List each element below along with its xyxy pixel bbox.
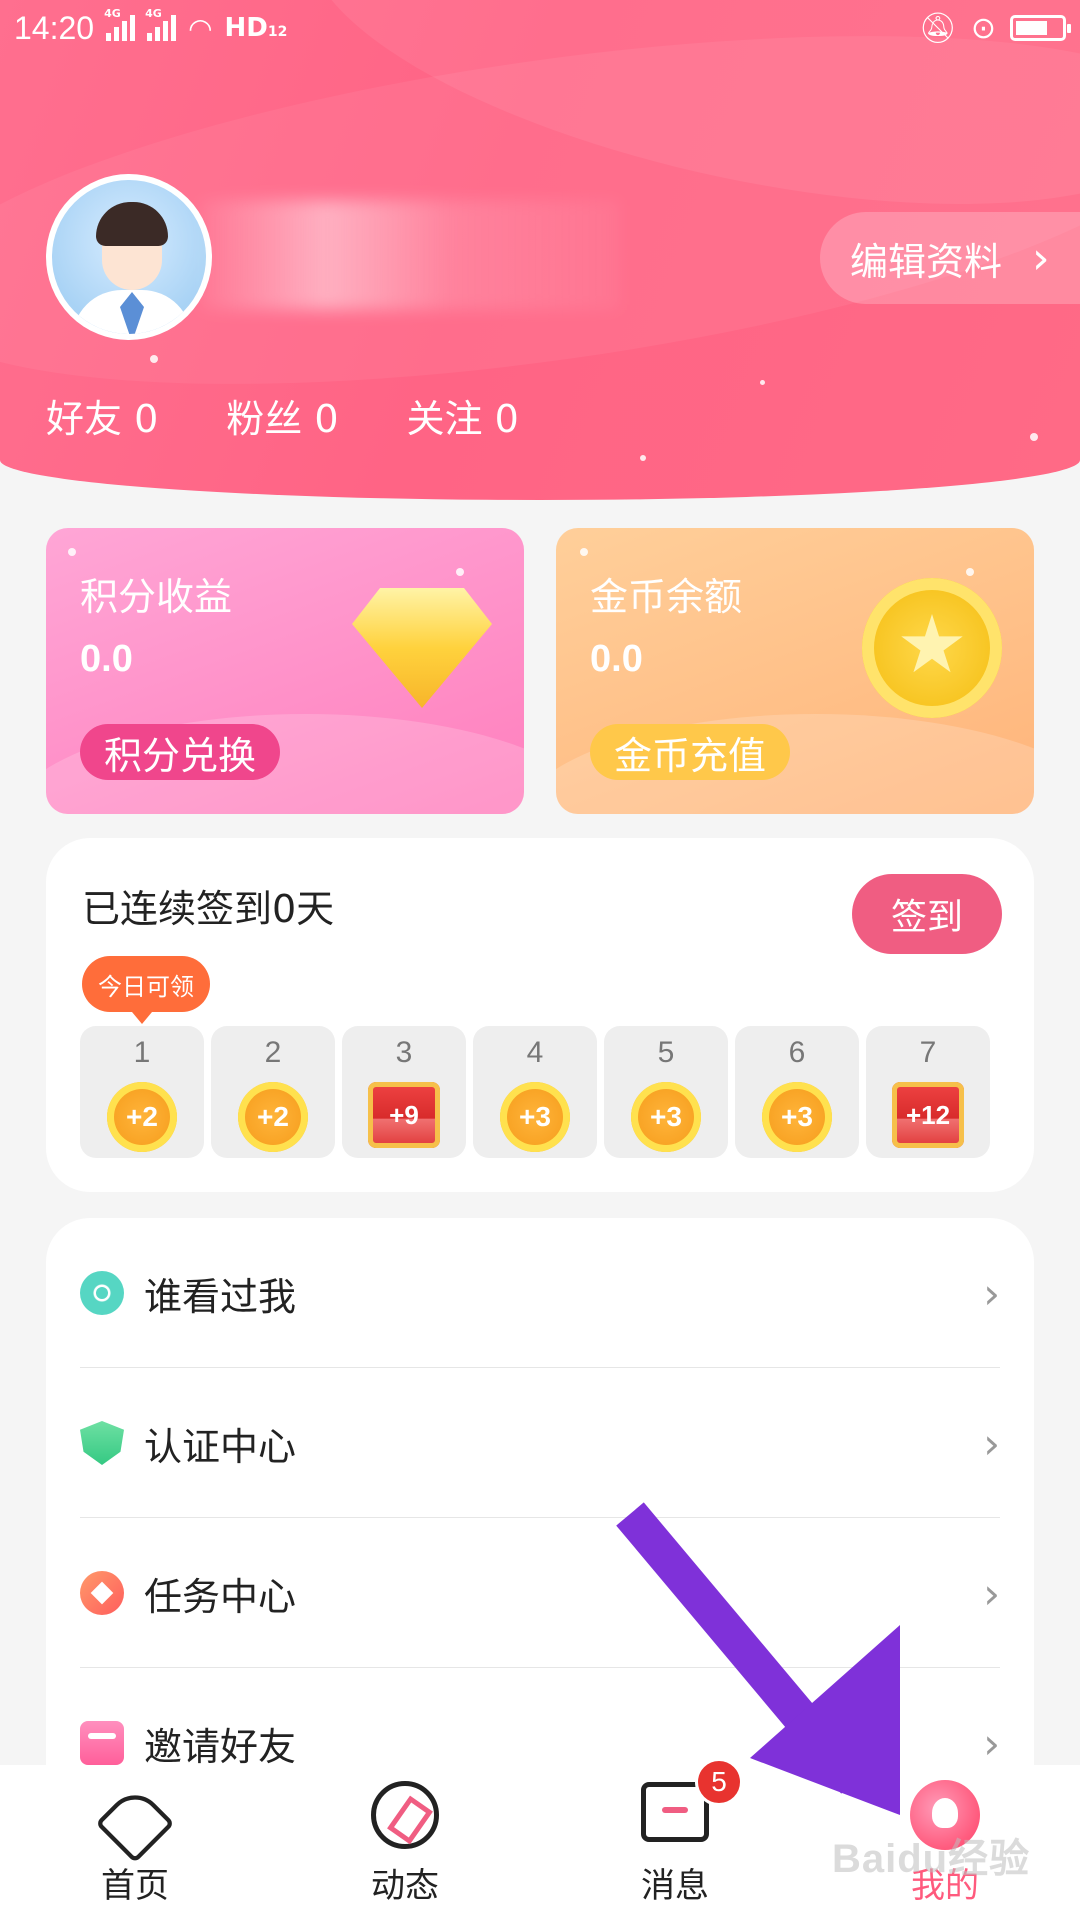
treasure-chest-icon: +12 <box>892 1082 964 1148</box>
nav-messages[interactable]: 5 消息 <box>575 1758 775 1907</box>
edit-profile-label: 编辑资料 <box>850 239 1003 284</box>
menu-item-verification-center[interactable]: 认证中心 › <box>80 1368 1000 1518</box>
signin-button[interactable]: 签到 <box>852 874 1002 954</box>
gold-coin-icon <box>862 578 1002 718</box>
envelope-icon <box>80 1721 124 1765</box>
sparkle <box>150 355 158 363</box>
signal-icon: 4G <box>145 7 177 41</box>
menu-item-label: 谁看过我 <box>144 1274 297 1319</box>
wifi-icon: ◠ <box>188 11 213 45</box>
points-card-title: 积分收益 <box>80 575 233 619</box>
gold-card[interactable]: 金币余额 0.0 金币充值 <box>556 528 1034 814</box>
chevron-right-icon: › <box>983 1418 1000 1468</box>
diamond-icon <box>352 588 492 708</box>
eye-icon <box>80 1271 124 1315</box>
signin-day-5: 5 +3 <box>604 1026 728 1158</box>
battery-icon <box>1010 15 1071 41</box>
signin-panel: 已连续签到0天 签到 今日可领 1 +2 2 +2 3 +9 4 +3 5 +3 6 +3 7 +12 <box>46 838 1034 1192</box>
menu-item-label: 认证中心 <box>144 1424 297 1469</box>
treasure-chest-icon: +9 <box>368 1082 440 1148</box>
status-time: 14:20 <box>14 9 95 46</box>
day-number: 3 <box>395 1036 413 1069</box>
signin-days: 1 +2 2 +2 3 +9 4 +3 5 +3 6 +3 7 +12 <box>80 1026 990 1158</box>
nav-label: 消息 <box>641 1866 709 1906</box>
day-number: 5 <box>657 1036 675 1069</box>
shield-icon <box>80 1421 124 1465</box>
menu-item-label: 任务中心 <box>144 1574 297 1619</box>
sparkle <box>760 380 765 385</box>
day-number: 1 <box>133 1036 151 1069</box>
profile-header: 14:20 4G 4G ◠ HD12 🔕︎ ⊙ 编辑资料 › 好友 0 粉丝 0… <box>0 0 1080 500</box>
menu-item-task-center[interactable]: 任务中心 › <box>80 1518 1000 1668</box>
sparkle <box>1030 433 1038 441</box>
nav-label: 动态 <box>371 1866 439 1906</box>
points-value: 0.0 <box>80 638 133 680</box>
fans-count[interactable]: 粉丝 0 <box>226 388 338 443</box>
coin-icon: +2 <box>238 1082 308 1152</box>
chevron-right-icon: › <box>1032 232 1050 284</box>
signin-day-1: 1 +2 <box>80 1026 204 1158</box>
day-number: 6 <box>788 1036 806 1069</box>
status-bar: 14:20 4G 4G ◠ HD12 🔕︎ ⊙ <box>0 0 1080 56</box>
gold-recharge-button[interactable]: 金币充值 <box>590 724 791 780</box>
day-number: 4 <box>526 1036 544 1069</box>
chevron-right-icon: › <box>983 1268 1000 1318</box>
points-exchange-button[interactable]: 积分兑换 <box>80 724 281 780</box>
friends-count[interactable]: 好友 0 <box>46 388 158 443</box>
signin-day-3: 3 +9 <box>342 1026 466 1158</box>
points-card[interactable]: 积分收益 0.0 积分兑换 <box>46 528 524 814</box>
signin-day-4: 4 +3 <box>473 1026 597 1158</box>
watermark: Baidu经验 <box>832 1837 1031 1881</box>
unread-badge: 5 <box>695 1758 743 1806</box>
signin-day-6: 6 +3 <box>735 1026 859 1158</box>
signin-day-7: 7 +12 <box>866 1026 990 1158</box>
heart-icon <box>95 1778 175 1864</box>
gold-value: 0.0 <box>590 638 643 680</box>
menu-item-who-viewed-me[interactable]: 谁看过我 › <box>80 1218 1000 1368</box>
coin-icon: +3 <box>500 1082 570 1152</box>
task-icon <box>80 1571 124 1615</box>
bell-off-icon: 🔕︎ <box>918 10 957 46</box>
hd-icon: HD12 <box>224 13 288 43</box>
nav-home[interactable]: 首页 <box>35 1778 235 1907</box>
profile-stats: 好友 0 粉丝 0 关注 0 <box>46 388 519 443</box>
chevron-right-icon: › <box>983 1718 1000 1768</box>
lock-rotation-icon: ⊙ <box>970 10 996 46</box>
avatar[interactable] <box>46 174 212 340</box>
gold-card-title: 金币余额 <box>590 575 743 619</box>
signin-day-2: 2 +2 <box>211 1026 335 1158</box>
signal-icon: 4G <box>104 7 136 41</box>
edit-profile-button[interactable]: 编辑资料 › <box>820 212 1080 304</box>
today-claimable-tag: 今日可领 <box>82 956 210 1024</box>
day-number: 2 <box>264 1036 282 1069</box>
coin-icon: +3 <box>762 1082 832 1152</box>
menu-item-label: 邀请好友 <box>144 1724 297 1769</box>
following-count[interactable]: 关注 0 <box>407 388 519 443</box>
coin-icon: +3 <box>631 1082 701 1152</box>
chevron-right-icon: › <box>983 1568 1000 1618</box>
signin-streak-title: 已连续签到0天 <box>82 887 335 931</box>
coin-icon: +2 <box>107 1082 177 1152</box>
nav-moments[interactable]: 动态 <box>305 1778 505 1907</box>
sparkle <box>640 455 646 461</box>
day-number: 7 <box>919 1036 937 1069</box>
compass-icon <box>368 1778 442 1852</box>
username-redacted <box>200 200 620 310</box>
nav-label: 首页 <box>101 1866 169 1906</box>
